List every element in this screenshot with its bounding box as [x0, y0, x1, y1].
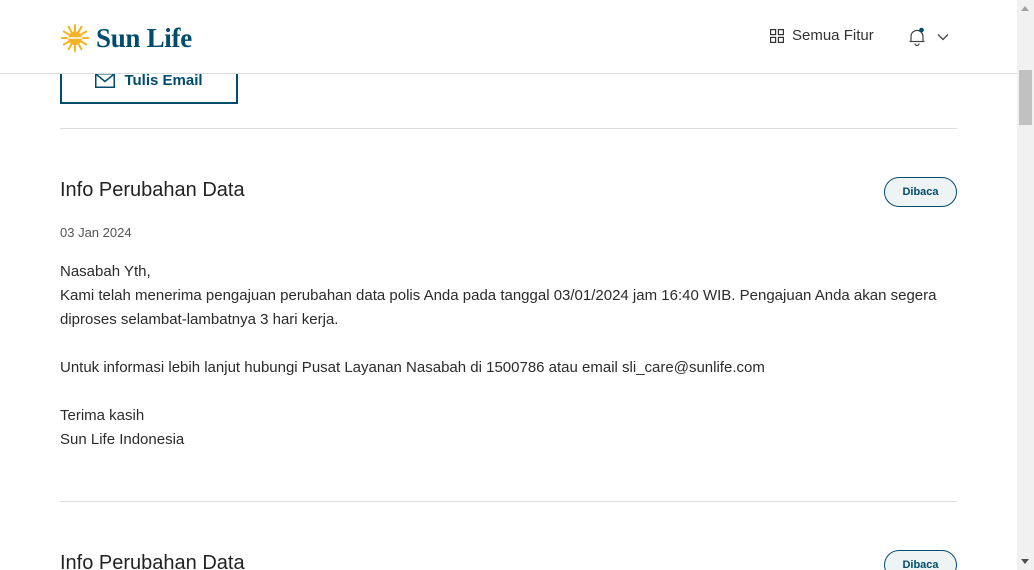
notification-menu[interactable] [908, 27, 949, 46]
message-date: 03 Jan 2024 [60, 225, 132, 240]
message-body: Nasabah Yth, Kami telah menerima pengaju… [60, 260, 957, 452]
write-email-label: Tulis Email [124, 71, 203, 89]
message-signature: Sun Life Indonesia [60, 431, 185, 448]
scroll-down-arrow-icon[interactable] [1021, 559, 1029, 564]
sun-life-logo[interactable]: Sun Life [59, 22, 192, 54]
top-navbar: Sun Life Semua Fitur [0, 0, 1017, 74]
scroll-up-arrow-icon[interactable] [1021, 6, 1029, 11]
all-features-button[interactable]: Semua Fitur [770, 27, 874, 44]
status-badge[interactable]: Dibaca [884, 177, 957, 207]
vertical-scrollbar[interactable] [1017, 0, 1034, 570]
chevron-down-icon [937, 33, 949, 40]
brand-name: Sun Life [96, 22, 192, 53]
message-title: Info Perubahan Data [60, 552, 245, 570]
grid-icon [770, 28, 784, 43]
all-features-label: Semua Fitur [792, 27, 874, 44]
divider [60, 128, 957, 129]
divider [60, 501, 957, 502]
mail-icon [95, 72, 116, 88]
message-title: Info Perubahan Data [60, 179, 245, 201]
message-contact-info: Untuk informasi lebih lanjut hubungi Pus… [60, 359, 765, 376]
scroll-thumb[interactable] [1019, 70, 1032, 125]
message-closing: Terima kasih [60, 407, 145, 424]
bell-icon [909, 27, 925, 46]
sun-logo-icon [61, 24, 89, 52]
message-paragraph: Kami telah menerima pengajuan perubahan … [60, 287, 937, 328]
message-greeting: Nasabah Yth, [60, 263, 151, 280]
status-badge[interactable]: Dibaca [884, 550, 957, 570]
